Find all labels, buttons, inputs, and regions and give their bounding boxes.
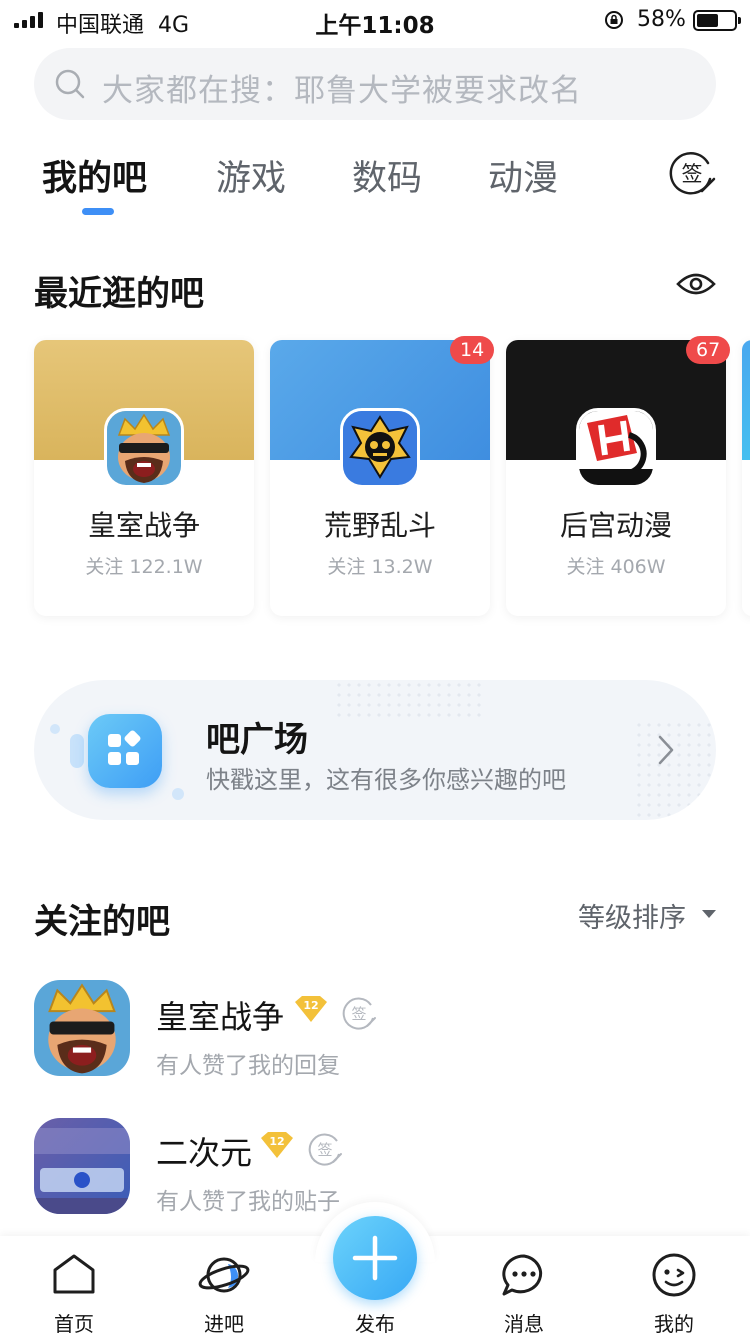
grid-icon: [88, 714, 162, 788]
nav-messages-label: 消息: [504, 1312, 544, 1334]
recent-card-harem-anime[interactable]: 后宫动漫 关注 406W: [506, 340, 726, 616]
followed-section-title: 关注的吧: [34, 902, 170, 942]
clash-royale-avatar[interactable]: [34, 980, 130, 1076]
level-number: 12: [303, 999, 318, 1012]
battery-icon: [693, 10, 741, 31]
followed-bar-name[interactable]: 皇室战争: [156, 992, 284, 1038]
card-followers: 关注 13.2W: [327, 556, 433, 578]
nav-me-label: 我的: [654, 1312, 694, 1334]
card-name: 后宫动漫: [559, 509, 672, 542]
tab-anime[interactable]: 动漫: [488, 150, 558, 201]
chevron-right-icon: [658, 735, 674, 765]
plaza-title: 吧广场: [206, 720, 308, 760]
post-button[interactable]: [333, 1216, 417, 1300]
harem-anime-avatar: [576, 408, 656, 488]
tab-my-bars[interactable]: 我的吧: [42, 150, 147, 201]
unread-badge: 14: [450, 336, 495, 364]
sign-in-label: 签: [682, 162, 703, 186]
message-icon: [502, 1254, 543, 1296]
sign-in-status-icon[interactable]: 签: [306, 1130, 344, 1168]
sign-in-status-icon[interactable]: 签: [340, 994, 378, 1032]
face-icon: [652, 1253, 696, 1297]
followed-bar-name[interactable]: 二次元: [156, 1128, 252, 1174]
nav-explore-label: 进吧: [204, 1312, 244, 1334]
recent-card-clash-royale[interactable]: 皇室战争 关注 122.1W: [34, 340, 254, 616]
planet-icon: [198, 1257, 250, 1293]
level-number: 12: [269, 1135, 284, 1148]
sort-dropdown[interactable]: 等级排序: [578, 896, 686, 935]
nav-home[interactable]: 首页: [14, 1252, 134, 1334]
level-badge-icon: 12: [261, 1132, 293, 1158]
nav-messages[interactable]: 消息: [464, 1252, 584, 1334]
nav-home-label: 首页: [54, 1312, 94, 1334]
rotation-lock-icon: [605, 11, 623, 29]
battery-percent: 58%: [637, 7, 686, 32]
sign-in-status-label: 签: [317, 1141, 332, 1159]
post-button-label: 发布: [355, 1312, 395, 1334]
search-icon: [55, 69, 85, 99]
brawl-stars-avatar: [340, 408, 420, 488]
plus-icon: [352, 1235, 398, 1281]
search-placeholder: 大家都在搜：耶鲁大学被要求改名: [102, 73, 582, 109]
nav-me[interactable]: 我的: [614, 1252, 734, 1334]
followed-bar-note: 有人赞了我的贴子: [156, 1189, 340, 1215]
home-icon: [53, 1254, 95, 1294]
sign-in-button[interactable]: 签: [668, 149, 716, 197]
bar-plaza-banner[interactable]: 吧广场 快戳这里，这有很多你感兴趣的吧: [34, 680, 716, 820]
card-name: 荒野乱斗: [323, 509, 436, 542]
unread-badge: 67: [686, 336, 731, 364]
recent-card-brawl-stars[interactable]: 荒野乱斗 关注 13.2W: [270, 340, 490, 616]
recent-section-title: 最近逛的吧: [34, 274, 204, 314]
anime-bar-avatar[interactable]: [34, 1118, 130, 1214]
card-followers: 关注 122.1W: [85, 556, 203, 578]
plaza-subtitle: 快戳这里，这有很多你感兴趣的吧: [206, 766, 566, 794]
tab-games[interactable]: 游戏: [216, 150, 286, 201]
search-bar[interactable]: 大家都在搜：耶鲁大学被要求改名: [34, 48, 716, 120]
sign-in-status-label: 签: [351, 1005, 366, 1023]
active-tab-indicator: [82, 208, 114, 215]
recent-card-partial[interactable]: [742, 340, 750, 616]
card-followers: 关注 406W: [566, 556, 666, 578]
tab-digital[interactable]: 数码: [352, 150, 422, 201]
followed-bar-note: 有人赞了我的回复: [156, 1053, 340, 1079]
level-badge-icon: 12: [295, 996, 327, 1022]
caret-down-icon: [702, 910, 716, 918]
nav-explore[interactable]: 进吧: [164, 1252, 284, 1334]
card-name: 皇室战争: [87, 509, 200, 542]
status-bar: 中国联通 4G 上午11:08 58%: [0, 0, 750, 40]
clash-royale-avatar: [104, 408, 184, 488]
eye-icon[interactable]: [676, 268, 716, 300]
